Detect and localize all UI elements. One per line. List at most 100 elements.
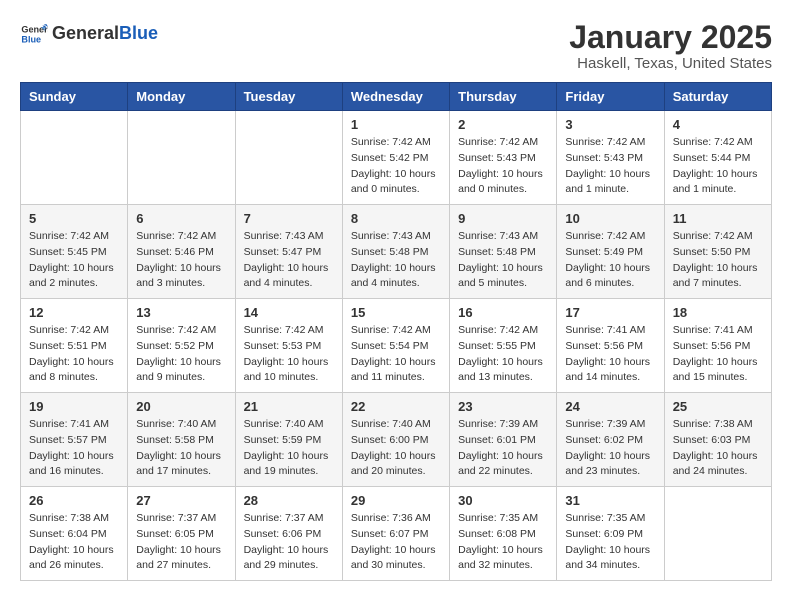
weekday-header-wednesday: Wednesday [342,83,449,111]
calendar-cell: 26Sunrise: 7:38 AMSunset: 6:04 PMDayligh… [21,487,128,581]
day-info: Sunrise: 7:43 AMSunset: 5:47 PMDaylight:… [244,229,334,292]
day-info: Sunrise: 7:43 AMSunset: 5:48 PMDaylight:… [458,229,548,292]
calendar-cell: 17 Sunrise: 7:41 AMSunset: 5:56 PMDayligh… [557,299,664,393]
calendar-cell: 24 Sunrise: 7:39 AMSunset: 6:02 PMDayligh… [557,393,664,487]
day-number: 29 [351,493,441,508]
calendar-cell [664,487,771,581]
day-number: 11 [673,211,763,226]
weekday-header-friday: Friday [557,83,664,111]
calendar-subtitle: Haskell, Texas, United States [569,55,772,72]
calendar-cell: 20Sunrise: 7:40 AMSunset: 5:58 PMDayligh… [128,393,235,487]
calendar-cell: 30 Sunrise: 7:35 AMSunset: 6:08 PMDayligh… [450,487,557,581]
calendar-week-4: 19 Sunrise: 7:41 AMSunset: 5:57 PMDayligh… [21,393,772,487]
calendar-week-3: 12 Sunrise: 7:42 AMSunset: 5:51 PMDayligh… [21,299,772,393]
calendar-header: SundayMondayTuesdayWednesdayThursdayFrid… [21,83,772,111]
day-number: 3 [565,117,655,132]
day-number: 17 [565,305,655,320]
calendar-cell: 18 Sunrise: 7:41 AMSunset: 5:56 PMDayligh… [664,299,771,393]
weekday-header-monday: Monday [128,83,235,111]
weekday-header-sunday: Sunday [21,83,128,111]
logo-blue-text: Blue [119,23,158,43]
calendar-cell: 22 Sunrise: 7:40 AMSunset: 6:00 PMDayligh… [342,393,449,487]
calendar-cell [128,111,235,205]
calendar-table: SundayMondayTuesdayWednesdayThursdayFrid… [20,82,772,581]
day-number: 19 [29,399,119,414]
calendar-cell: 5 Sunrise: 7:42 AMSunset: 5:45 PMDaylight… [21,205,128,299]
day-info: Sunrise: 7:42 AMSunset: 5:51 PMDaylight:… [29,323,119,386]
calendar-cell [21,111,128,205]
day-info: Sunrise: 7:35 AMSunset: 6:08 PMDaylight:… [458,511,548,574]
calendar-cell: 8 Sunrise: 7:43 AMSunset: 5:48 PMDaylight… [342,205,449,299]
calendar-cell: 27 Sunrise: 7:37 AMSunset: 6:05 PMDayligh… [128,487,235,581]
day-info: Sunrise: 7:38 AMSunset: 6:03 PMDaylight:… [673,417,763,480]
calendar-cell: 3 Sunrise: 7:42 AMSunset: 5:43 PMDaylight… [557,111,664,205]
calendar-cell: 4 Sunrise: 7:42 AMSunset: 5:44 PMDaylight… [664,111,771,205]
calendar-cell: 15 Sunrise: 7:42 AMSunset: 5:54 PMDayligh… [342,299,449,393]
day-number: 7 [244,211,334,226]
calendar-cell: 25 Sunrise: 7:38 AMSunset: 6:03 PMDayligh… [664,393,771,487]
day-info: Sunrise: 7:42 AMSunset: 5:54 PMDaylight:… [351,323,441,386]
day-number: 21 [244,399,334,414]
day-info: Sunrise: 7:39 AMSunset: 6:01 PMDaylight:… [458,417,548,480]
calendar-cell: 11 Sunrise: 7:42 AMSunset: 5:50 PMDayligh… [664,205,771,299]
day-info: Sunrise: 7:37 AMSunset: 6:05 PMDaylight:… [136,511,226,574]
day-number: 15 [351,305,441,320]
day-number: 5 [29,211,119,226]
day-info: Sunrise: 7:40 AMSunset: 5:58 PMDaylight:… [136,417,226,480]
day-info: Sunrise: 7:42 AMSunset: 5:52 PMDaylight:… [136,323,226,386]
day-number: 23 [458,399,548,414]
day-number: 22 [351,399,441,414]
title-block: January 2025 Haskell, Texas, United Stat… [569,20,772,72]
day-info: Sunrise: 7:42 AMSunset: 5:42 PMDaylight:… [351,135,441,198]
day-info: Sunrise: 7:42 AMSunset: 5:45 PMDaylight:… [29,229,119,292]
day-info: Sunrise: 7:42 AMSunset: 5:44 PMDaylight:… [673,135,763,198]
calendar-title: January 2025 [569,20,772,55]
day-info: Sunrise: 7:37 AMSunset: 6:06 PMDaylight:… [244,511,334,574]
day-info: Sunrise: 7:39 AMSunset: 6:02 PMDaylight:… [565,417,655,480]
calendar-cell: 9Sunrise: 7:43 AMSunset: 5:48 PMDaylight… [450,205,557,299]
calendar-cell: 19 Sunrise: 7:41 AMSunset: 5:57 PMDayligh… [21,393,128,487]
calendar-cell: 29 Sunrise: 7:36 AMSunset: 6:07 PMDayligh… [342,487,449,581]
day-info: Sunrise: 7:42 AMSunset: 5:50 PMDaylight:… [673,229,763,292]
weekday-header-tuesday: Tuesday [235,83,342,111]
calendar-cell: 31Sunrise: 7:35 AMSunset: 6:09 PMDayligh… [557,487,664,581]
calendar-cell: 10Sunrise: 7:42 AMSunset: 5:49 PMDayligh… [557,205,664,299]
calendar-cell: 21 Sunrise: 7:40 AMSunset: 5:59 PMDayligh… [235,393,342,487]
page-header: General Blue GeneralBlue January 2025 Ha… [20,20,772,72]
calendar-cell: 1 Sunrise: 7:42 AMSunset: 5:42 PMDaylight… [342,111,449,205]
day-info: Sunrise: 7:40 AMSunset: 5:59 PMDaylight:… [244,417,334,480]
day-number: 24 [565,399,655,414]
day-number: 1 [351,117,441,132]
weekday-header-saturday: Saturday [664,83,771,111]
day-info: Sunrise: 7:43 AMSunset: 5:48 PMDaylight:… [351,229,441,292]
calendar-week-1: 1 Sunrise: 7:42 AMSunset: 5:42 PMDaylight… [21,111,772,205]
calendar-cell: 28Sunrise: 7:37 AMSunset: 6:06 PMDayligh… [235,487,342,581]
day-number: 16 [458,305,548,320]
day-number: 12 [29,305,119,320]
calendar-week-5: 26Sunrise: 7:38 AMSunset: 6:04 PMDayligh… [21,487,772,581]
day-number: 27 [136,493,226,508]
weekday-header-thursday: Thursday [450,83,557,111]
day-number: 14 [244,305,334,320]
logo-icon: General Blue [20,20,48,48]
calendar-cell [235,111,342,205]
calendar-cell: 23 Sunrise: 7:39 AMSunset: 6:01 PMDayligh… [450,393,557,487]
day-number: 25 [673,399,763,414]
day-info: Sunrise: 7:42 AMSunset: 5:53 PMDaylight:… [244,323,334,386]
day-number: 4 [673,117,763,132]
day-info: Sunrise: 7:36 AMSunset: 6:07 PMDaylight:… [351,511,441,574]
day-info: Sunrise: 7:42 AMSunset: 5:43 PMDaylight:… [458,135,548,198]
day-info: Sunrise: 7:41 AMSunset: 5:57 PMDaylight:… [29,417,119,480]
day-info: Sunrise: 7:40 AMSunset: 6:00 PMDaylight:… [351,417,441,480]
day-info: Sunrise: 7:41 AMSunset: 5:56 PMDaylight:… [565,323,655,386]
day-info: Sunrise: 7:42 AMSunset: 5:43 PMDaylight:… [565,135,655,198]
calendar-cell: 16Sunrise: 7:42 AMSunset: 5:55 PMDayligh… [450,299,557,393]
day-number: 8 [351,211,441,226]
logo-general-text: General [52,23,119,43]
day-number: 18 [673,305,763,320]
day-number: 30 [458,493,548,508]
day-number: 26 [29,493,119,508]
day-info: Sunrise: 7:35 AMSunset: 6:09 PMDaylight:… [565,511,655,574]
logo: General Blue GeneralBlue [20,20,158,48]
day-info: Sunrise: 7:41 AMSunset: 5:56 PMDaylight:… [673,323,763,386]
